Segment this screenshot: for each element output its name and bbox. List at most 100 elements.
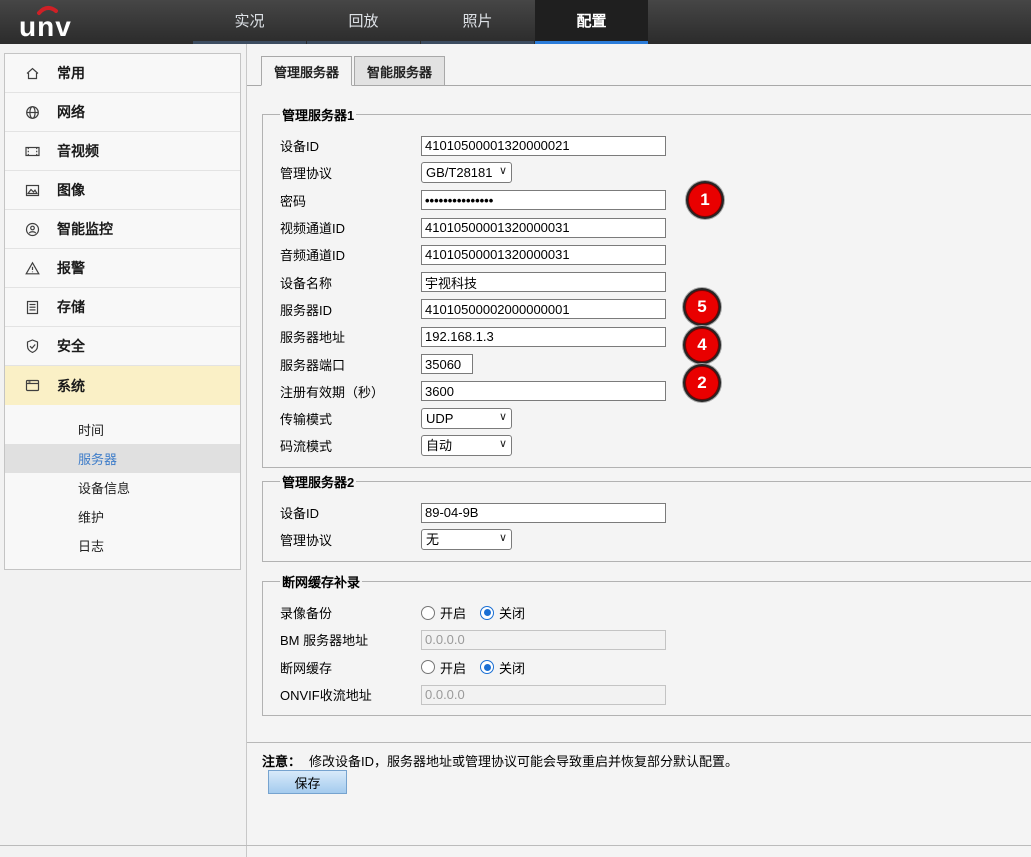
sidebar: 常用 网络 音视频 图像 智能监控 报警 存储 安全 系统 时间 服务器 设备信… <box>4 53 241 570</box>
management-server2-section: 管理服务器2 设备ID 管理协议 无 <box>262 472 1031 562</box>
sidebar-item-storage[interactable]: 存储 <box>5 288 240 327</box>
audio-channel-id-label: 音频通道ID <box>280 245 421 264</box>
sidebar-item-label: 存储 <box>57 297 85 317</box>
form-row: 传输模式 UDP <box>280 405 1031 432</box>
offline-cache-off-radio[interactable] <box>480 660 494 674</box>
sidebar-item-label: 安全 <box>57 336 85 356</box>
form-row: 设备ID <box>280 499 1031 526</box>
sidebar-item-alarm[interactable]: 报警 <box>5 249 240 288</box>
globe-icon <box>24 104 41 121</box>
device-id2-input[interactable] <box>421 503 666 523</box>
home-icon <box>24 65 41 82</box>
offline-cache-section: 断网缓存补录 录像备份 开启 关闭 BM 服务器地址 断网缓存 开启 关闭 <box>262 572 1031 716</box>
system-submenu: 时间 服务器 设备信息 维护 日志 <box>5 405 240 569</box>
protocol-select-wrap: GB/T28181 <box>421 162 512 183</box>
alarm-icon <box>24 260 41 277</box>
bm-server-address-input <box>421 630 666 650</box>
sidebar-item-security[interactable]: 安全 <box>5 327 240 366</box>
sidebar-item-audio-video[interactable]: 音视频 <box>5 132 240 171</box>
record-backup-label: 录像备份 <box>280 603 421 622</box>
transport-mode-select-wrap: UDP <box>421 408 512 429</box>
sidebar-item-label: 常用 <box>57 63 85 83</box>
stream-mode-select-wrap: 自动 <box>421 435 512 456</box>
annotation-badge-2: 2 <box>685 366 719 400</box>
server-id-input[interactable] <box>421 299 666 319</box>
sidebar-item-system[interactable]: 系统 <box>5 366 240 405</box>
save-button[interactable]: 保存 <box>268 770 347 794</box>
sidebar-item-label: 报警 <box>57 258 85 278</box>
server-address-input[interactable] <box>421 327 666 347</box>
record-backup-off-radio[interactable] <box>480 606 494 620</box>
note-text: 注意： 修改设备ID，服务器地址或管理协议可能会导致重启并恢复部分默认配置。 <box>262 751 738 770</box>
sidebar-item-image[interactable]: 图像 <box>5 171 240 210</box>
section-legend: 管理服务器1 <box>280 105 356 124</box>
sidebar-item-smart-monitoring[interactable]: 智能监控 <box>5 210 240 249</box>
form-row: 音频通道ID <box>280 241 1031 268</box>
nav-playback[interactable]: 回放 <box>307 0 420 44</box>
main-nav: 实况 回放 照片 配置 <box>193 0 649 44</box>
tab-management-server[interactable]: 管理服务器 <box>261 56 352 86</box>
shield-icon <box>24 338 41 355</box>
protocol2-select[interactable]: 无 <box>421 529 512 550</box>
page-bottom-divider <box>0 845 1031 846</box>
note-body: 修改设备ID，服务器地址或管理协议可能会导致重启并恢复部分默认配置。 <box>309 754 738 769</box>
video-channel-id-input[interactable] <box>421 218 666 238</box>
password-input[interactable] <box>421 190 666 210</box>
device-id-label: 设备ID <box>280 136 421 155</box>
offline-cache-radio-group: 开启 关闭 <box>421 658 539 677</box>
server-port-input[interactable] <box>421 354 473 374</box>
image-icon <box>24 182 41 199</box>
server-id-label: 服务器ID <box>280 300 421 319</box>
form-row: 设备ID <box>280 132 1031 159</box>
sidebar-item-label: 网络 <box>57 102 85 122</box>
register-validity-label: 注册有效期（秒） <box>280 382 421 401</box>
submenu-item-time[interactable]: 时间 <box>5 415 240 444</box>
nav-photo[interactable]: 照片 <box>421 0 534 44</box>
transport-mode-select[interactable]: UDP <box>421 408 512 429</box>
badge-number: 5 <box>697 297 706 317</box>
audio-channel-id-input[interactable] <box>421 245 666 265</box>
stream-mode-select[interactable]: 自动 <box>421 435 512 456</box>
note-prefix: 注意： <box>262 754 301 769</box>
top-nav-bar: unv 实况 回放 照片 配置 <box>0 0 1031 44</box>
sidebar-item-label: 图像 <box>57 180 85 200</box>
nav-live[interactable]: 实况 <box>193 0 306 44</box>
record-backup-radio-group: 开启 关闭 <box>421 603 539 622</box>
sidebar-item-label: 智能监控 <box>57 219 113 239</box>
device-id2-label: 设备ID <box>280 503 421 522</box>
tab-smart-server[interactable]: 智能服务器 <box>354 56 445 85</box>
form-row: 注册有效期（秒） <box>280 378 1031 405</box>
offline-cache-label: 断网缓存 <box>280 658 421 677</box>
storage-icon <box>24 299 41 316</box>
device-id-input[interactable] <box>421 136 666 156</box>
management-server1-section: 管理服务器1 设备ID 管理协议 GB/T28181 密码 视频通道ID 音频通… <box>262 105 1031 468</box>
submenu-item-device-info[interactable]: 设备信息 <box>5 473 240 502</box>
protocol-select[interactable]: GB/T28181 <box>421 162 512 183</box>
device-name-label: 设备名称 <box>280 273 421 292</box>
onvif-address-input <box>421 685 666 705</box>
system-icon <box>24 377 41 394</box>
device-name-input[interactable] <box>421 272 666 292</box>
register-validity-input[interactable] <box>421 381 666 401</box>
section-legend: 管理服务器2 <box>280 472 356 491</box>
form-row: 管理协议 GB/T28181 <box>280 159 1031 186</box>
submenu-item-server[interactable]: 服务器 <box>5 444 240 473</box>
submenu-item-maintenance[interactable]: 维护 <box>5 502 240 531</box>
badge-number: 2 <box>697 373 706 393</box>
sidebar-item-network[interactable]: 网络 <box>5 93 240 132</box>
form-row: 设备名称 <box>280 268 1031 295</box>
form-row: 码流模式 自动 <box>280 432 1031 459</box>
radio-off-label: 关闭 <box>499 603 525 622</box>
sidebar-item-label: 音视频 <box>57 141 99 161</box>
offline-cache-on-radio[interactable] <box>421 660 435 674</box>
svg-text:unv: unv <box>19 11 72 42</box>
nav-setup[interactable]: 配置 <box>535 0 648 44</box>
form-row: ONVIF收流地址 <box>280 681 1031 708</box>
password-label: 密码 <box>280 191 421 210</box>
sidebar-item-common[interactable]: 常用 <box>5 54 240 93</box>
record-backup-on-radio[interactable] <box>421 606 435 620</box>
sidebar-item-label: 系统 <box>57 376 85 396</box>
submenu-item-log[interactable]: 日志 <box>5 531 240 560</box>
form-row: 服务器ID <box>280 296 1031 323</box>
bm-server-address-label: BM 服务器地址 <box>280 630 421 649</box>
